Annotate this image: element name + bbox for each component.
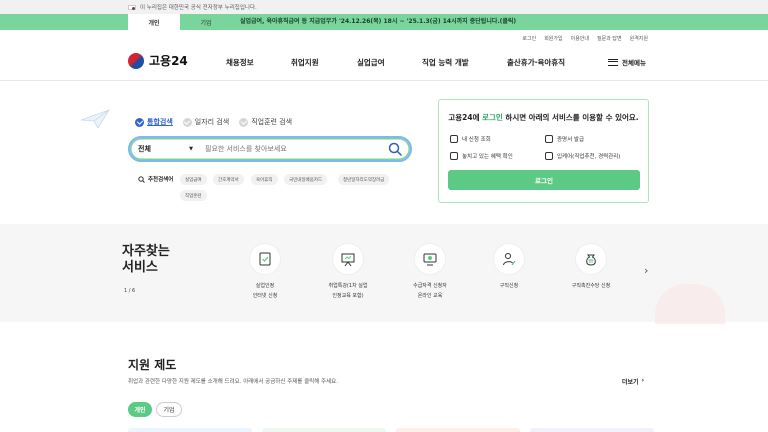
document-check-icon: [259, 252, 271, 266]
all-menu-button[interactable]: 전체메뉴: [608, 57, 646, 67]
document-search-icon: [450, 135, 458, 143]
login-panel-title: 고용24에 로그인 하시면 아래의 서비스를 이용할 수 있어요.: [448, 113, 639, 122]
decorative-shape: [655, 284, 725, 324]
search-box: 전체 ▼: [128, 136, 412, 162]
search-icon[interactable]: [388, 142, 402, 156]
login-button[interactable]: 로그인: [448, 170, 640, 190]
notice-tab-company[interactable]: 기업: [180, 14, 232, 30]
person-edit-icon: [503, 253, 516, 266]
search-input[interactable]: [205, 145, 388, 153]
certificate-icon: [545, 135, 553, 143]
check-circle-icon: [135, 117, 144, 127]
frequent-services-title: 자주찾는 서비스: [122, 244, 170, 275]
main-nav: 채용정보 취업지원 실업급여 직업 능력 개발 출산휴가·육아휴직: [0, 57, 768, 69]
all-menu-label: 전체메뉴: [622, 59, 646, 67]
nav-item-employment-support[interactable]: 취업지원: [291, 57, 319, 68]
support-card[interactable]: [396, 428, 520, 432]
search-tab-jobs[interactable]: 일자리 검색: [182, 117, 229, 127]
util-link-signup[interactable]: 회원가입: [544, 35, 562, 42]
notice-bar: 개인 기업 실업급여, 육아휴직급여 등 지급업무가 '24.12.26(목) …: [0, 14, 768, 30]
check-circle-icon: [182, 117, 192, 127]
frequent-item-lecture[interactable]: 취업특강(1차 실업 인정교육 포함): [313, 244, 383, 301]
nav-item-jobs[interactable]: 채용정보: [226, 57, 254, 68]
gov-banner-text: 이 누리집은 대한민국 공식 전자정부 누리집입니다.: [140, 5, 257, 11]
nav-divider: [0, 80, 768, 81]
util-link-qna[interactable]: 질문과 답변: [597, 35, 622, 42]
monitor-icon: [423, 253, 437, 266]
nav-item-vocational-training[interactable]: 직업 능력 개발: [422, 57, 469, 68]
support-card[interactable]: [128, 428, 252, 432]
chevron-right-icon: ›: [641, 377, 645, 384]
gov-banner: 이 누리집은 대한민국 공식 전자정부 누리집입니다.: [0, 0, 768, 14]
frequent-item-online-education[interactable]: 수급자격 신청자 온라인 교육: [395, 244, 465, 301]
nav-item-unemployment-benefit[interactable]: 실업급여: [357, 57, 385, 68]
frequent-item-job-allowance[interactable]: ₩ 구직촉진수당 신청: [556, 244, 626, 291]
util-link-login[interactable]: 로그인: [522, 35, 536, 42]
notice-message-link[interactable]: 실업급여, 육아휴직급여 등 지급업무가 '24.12.26(목) 18시 ~ …: [240, 14, 516, 30]
notice-tab-personal[interactable]: 개인: [128, 14, 180, 30]
service-certificate[interactable]: 증명서 발급: [545, 135, 584, 143]
caret-down-icon: ▼: [189, 146, 193, 152]
support-tab-personal[interactable]: 개인: [128, 402, 152, 417]
service-my-applications[interactable]: 내 신청 조회: [450, 135, 491, 143]
notice-tabs: 개인 기업: [128, 14, 232, 30]
recommend-chip[interactable]: 육아휴직: [251, 174, 278, 185]
recommend-label: 추천검색어: [138, 175, 173, 183]
support-card[interactable]: [530, 428, 654, 432]
support-section-desc: 취업과 관련한 다양한 지원 제도를 소개해 드려요. 아래에서 궁금하신 주제…: [128, 379, 338, 385]
carousel-page-indicator: 1 / 6: [124, 288, 136, 294]
search-type-tabs: 통합검색 일자리 검색 직업훈련 검색: [135, 117, 292, 127]
search-tab-integrated[interactable]: 통합검색: [135, 117, 173, 127]
nav-item-parental-leave[interactable]: 출산휴가·육아휴직: [507, 57, 565, 68]
support-tab-company[interactable]: 기업: [156, 402, 182, 417]
carousel-next-chevron-icon[interactable]: ›: [644, 264, 648, 277]
recommend-chip[interactable]: 실업급여: [180, 174, 207, 185]
presentation-board-icon: [341, 253, 355, 267]
check-circle-icon: [239, 117, 249, 127]
korea-flag-icon: [128, 4, 136, 10]
support-more-link[interactable]: 더보기 ›: [622, 377, 644, 386]
money-bag-icon: ₩: [586, 254, 596, 266]
svg-text:₩: ₩: [589, 259, 594, 265]
search-category-select[interactable]: 전체 ▼: [138, 144, 193, 154]
recommend-chip[interactable]: 국민내일배움카드: [284, 174, 328, 185]
search-small-icon: [138, 175, 145, 183]
util-link-remote[interactable]: 원격지원: [630, 35, 648, 42]
recommend-chip[interactable]: 직업훈련: [180, 190, 207, 201]
service-benefits-check[interactable]: 놓치고 있는 혜택 확인: [450, 152, 513, 160]
recommend-chip[interactable]: 간호계약서: [213, 174, 244, 185]
support-card[interactable]: [262, 428, 386, 432]
util-links: 로그인 회원가입 이용안내 질문과 답변 원격지원: [522, 35, 648, 42]
frequent-services-section: 자주찾는 서비스 1 / 6 실업인정 인터넷 신청 취업특강(1차 실업 인정교육…: [0, 224, 768, 324]
career-icon: [545, 152, 553, 160]
service-job-care[interactable]: 입케어(직업추천, 경력관리): [545, 152, 620, 160]
support-section-title: 지원 제도: [128, 358, 177, 372]
search-tab-training[interactable]: 직업훈련 검색: [239, 117, 292, 127]
paper-plane-icon: [80, 109, 110, 129]
login-panel: 고용24에 로그인 하시면 아래의 서비스를 이용할 수 있어요. 내 신청 조…: [438, 99, 649, 203]
benefit-icon: [450, 152, 458, 160]
hamburger-icon: [608, 58, 618, 66]
util-link-guide[interactable]: 이용안내: [571, 35, 589, 42]
frequent-item-unemployment-cert[interactable]: 실업인정 인터넷 신청: [230, 244, 300, 301]
recommend-chip[interactable]: 청년일자리도약장려금: [338, 174, 390, 185]
frequent-item-job-seeking[interactable]: 구직신청: [474, 244, 544, 291]
